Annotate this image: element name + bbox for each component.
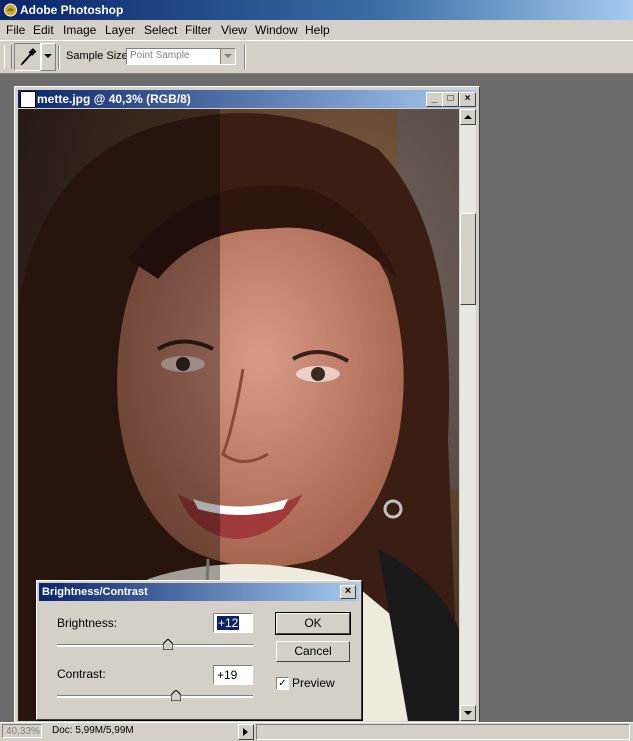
contrast-input[interactable]: +19: [213, 665, 253, 685]
brightness-value: +12: [217, 616, 240, 630]
minimize-button[interactable]: _: [426, 92, 443, 107]
menu-help[interactable]: Help: [305, 23, 330, 37]
menu-bar: File Edit Image Layer Select Filter View…: [0, 20, 633, 40]
menu-view[interactable]: View: [221, 23, 247, 37]
brightness-input[interactable]: +12: [213, 613, 253, 633]
dialog-close-button[interactable]: ×: [340, 585, 356, 599]
sample-size-label: Sample Size:: [66, 50, 131, 62]
app-title: Adobe Photoshop: [20, 3, 124, 17]
sample-size-value: Point Sample: [130, 50, 190, 61]
chevron-down-icon: [44, 54, 52, 58]
zoom-field[interactable]: 40,33%: [2, 724, 42, 738]
dialog-title-bar[interactable]: Brightness/Contrast ×: [39, 583, 359, 601]
preview-checkbox[interactable]: ✓: [276, 677, 289, 690]
status-message-field: [256, 724, 630, 740]
doc-size-info: Doc: 5,99M/5,99M: [52, 725, 134, 736]
document-title-bar[interactable]: mette.jpg @ 40,3% (RGB/8) _ □ ×: [18, 90, 476, 108]
scroll-down-button[interactable]: [460, 705, 476, 721]
menu-filter[interactable]: Filter: [185, 23, 212, 37]
arrow-down-icon: [464, 711, 472, 715]
menu-file[interactable]: File: [6, 23, 25, 37]
photoshop-app-icon: [4, 3, 17, 17]
contrast-slider-knob[interactable]: [171, 690, 181, 701]
maximize-button[interactable]: □: [442, 92, 459, 107]
status-menu-button[interactable]: [238, 724, 254, 740]
vertical-scrollbar[interactable]: [460, 109, 476, 721]
tool-preset-button[interactable]: [14, 43, 42, 71]
brightness-label: Brightness:: [57, 616, 118, 630]
options-separator: [58, 45, 60, 69]
document-icon: [20, 91, 36, 108]
menu-layer[interactable]: Layer: [105, 23, 135, 37]
app-title-bar: Adobe Photoshop: [0, 0, 633, 20]
brightness-slider-knob[interactable]: [163, 639, 173, 650]
status-bar: 40,33% Doc: 5,99M/5,99M: [0, 722, 633, 741]
dialog-title: Brightness/Contrast: [42, 586, 148, 598]
options-bar-grip[interactable]: [4, 45, 12, 69]
ok-button[interactable]: OK: [275, 612, 351, 635]
arrow-up-icon: [464, 115, 472, 119]
brightness-contrast-dialog: Brightness/Contrast × Brightness: +12 Co…: [36, 580, 362, 720]
scroll-up-button[interactable]: [460, 109, 476, 125]
options-bar: Sample Size: Point Sample: [0, 40, 633, 74]
arrow-right-icon: [243, 728, 248, 736]
sample-size-dropdown-button[interactable]: [220, 49, 235, 64]
preview-label: Preview: [292, 676, 335, 690]
contrast-label: Contrast:: [57, 667, 106, 681]
contrast-value: +19: [217, 668, 238, 682]
chevron-down-icon: [224, 54, 232, 58]
menu-select[interactable]: Select: [144, 23, 177, 37]
document-title: mette.jpg @ 40,3% (RGB/8): [37, 92, 191, 106]
cancel-button[interactable]: Cancel: [276, 641, 350, 662]
brightness-slider-track[interactable]: [57, 639, 253, 650]
menu-window[interactable]: Window: [255, 23, 298, 37]
options-separator: [244, 45, 246, 69]
menu-image[interactable]: Image: [63, 23, 96, 37]
menu-edit[interactable]: Edit: [33, 23, 54, 37]
scroll-thumb[interactable]: [460, 213, 476, 305]
contrast-slider-track[interactable]: [57, 690, 253, 701]
tool-preset-dropdown[interactable]: [40, 43, 56, 71]
close-button[interactable]: ×: [459, 92, 476, 107]
sample-size-select[interactable]: Point Sample: [126, 48, 236, 65]
eyedropper-icon: [20, 48, 37, 66]
